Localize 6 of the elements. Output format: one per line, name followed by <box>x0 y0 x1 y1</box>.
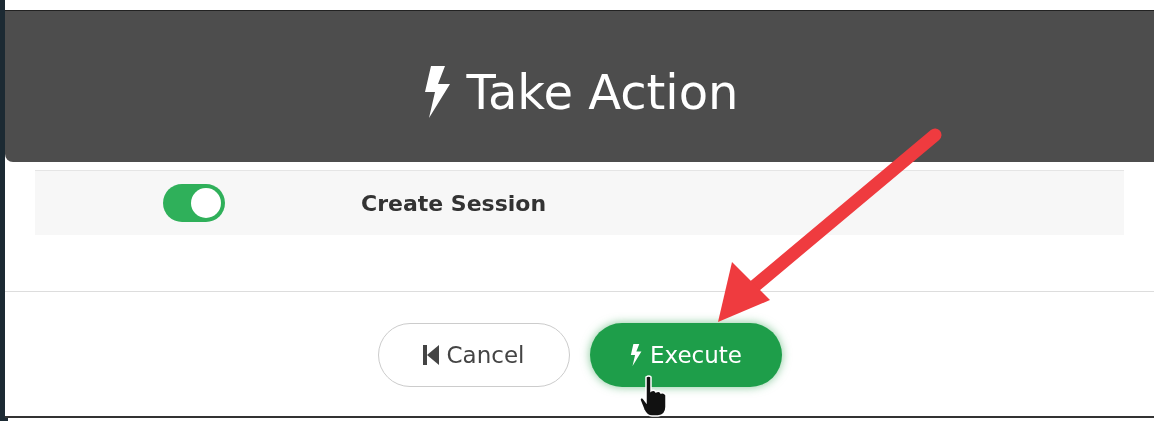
toggle-switch[interactable] <box>163 184 225 222</box>
action-label: Create Session <box>361 189 547 218</box>
skip-back-icon <box>422 345 439 365</box>
cancel-button[interactable]: Cancel <box>377 323 570 387</box>
dialog-title: Take Action <box>466 67 739 116</box>
lightning-icon <box>629 344 642 366</box>
